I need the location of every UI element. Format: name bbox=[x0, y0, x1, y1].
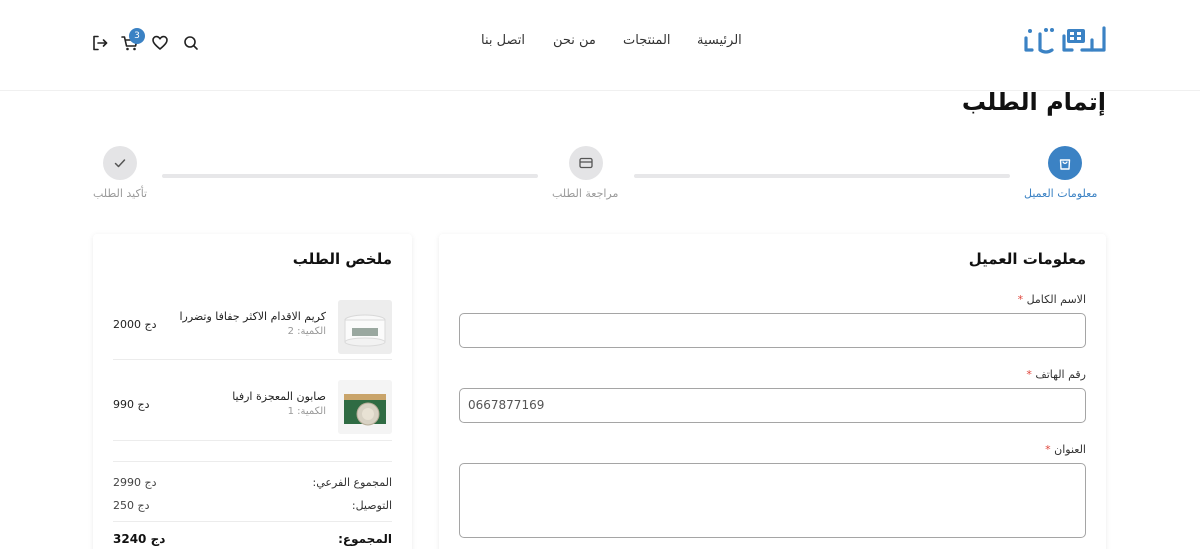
product-image bbox=[338, 380, 392, 434]
product-name: كريم الاقدام الاكثر جفافا وتضررا bbox=[179, 310, 326, 323]
total-label: المجموع: bbox=[338, 532, 392, 546]
cart-count-badge: 3 bbox=[129, 28, 145, 44]
logout-icon[interactable] bbox=[90, 33, 110, 53]
divider bbox=[113, 461, 392, 462]
address-label: العنوان * bbox=[1045, 443, 1086, 456]
product-name: صابون المعجزة ارفيا bbox=[232, 390, 326, 403]
summary-title: ملخص الطلب bbox=[292, 250, 392, 268]
check-icon bbox=[114, 159, 126, 168]
product-image bbox=[338, 300, 392, 354]
list-item: صابون المعجزة ارفيا الكمية: 1 990 دج bbox=[113, 378, 392, 444]
order-summary-card: ملخص الطلب كريم الاقدام الاكثر جفافا وتض… bbox=[93, 234, 412, 549]
divider bbox=[113, 440, 392, 441]
phone-input[interactable]: 0667877169 bbox=[459, 388, 1086, 423]
address-textarea[interactable] bbox=[459, 463, 1086, 538]
heart-icon[interactable] bbox=[150, 33, 170, 53]
credit-card-icon bbox=[579, 157, 593, 169]
shipping-label: التوصيل: bbox=[351, 499, 392, 512]
nav-about[interactable]: من نحن bbox=[553, 33, 596, 53]
step-label: معلومات العميل bbox=[1024, 187, 1098, 200]
step-review-order[interactable] bbox=[569, 146, 603, 180]
stepper-connector bbox=[634, 174, 1010, 178]
form-title: معلومات العميل bbox=[968, 250, 1086, 268]
step-confirm-order[interactable] bbox=[103, 146, 137, 180]
step-label: مراجعة الطلب bbox=[552, 187, 619, 200]
subtotal-label: المجموع الفرعي: bbox=[312, 476, 392, 489]
full-name-input[interactable] bbox=[459, 313, 1086, 348]
name-label: الاسم الكامل * bbox=[1017, 293, 1086, 306]
page-title: إتمام الطلب bbox=[961, 88, 1106, 116]
nav-home[interactable]: الرئيسية bbox=[697, 33, 742, 53]
site-logo[interactable] bbox=[1022, 20, 1108, 60]
customer-info-card: معلومات العميل الاسم الكامل * رقم الهاتف… bbox=[439, 234, 1106, 549]
nav-products[interactable]: المنتجات bbox=[623, 33, 671, 53]
divider bbox=[113, 521, 392, 522]
total-value: 3240 دج bbox=[113, 532, 166, 546]
step-customer-info[interactable] bbox=[1048, 146, 1082, 180]
shipping-value: 250 دج bbox=[113, 499, 150, 512]
search-icon[interactable] bbox=[181, 33, 201, 53]
nav-contact[interactable]: اتصل بنا bbox=[481, 33, 525, 53]
stepper-connector bbox=[162, 174, 538, 178]
subtotal-value: 2990 دج bbox=[113, 476, 157, 489]
shopping-bag-icon bbox=[1059, 159, 1071, 170]
divider bbox=[113, 359, 392, 360]
step-label: تأكيد الطلب bbox=[93, 187, 148, 200]
product-quantity: الكمية: 2 bbox=[287, 326, 326, 337]
product-price: 990 دج bbox=[113, 398, 150, 411]
product-quantity: الكمية: 1 bbox=[287, 406, 326, 417]
list-item: كريم الاقدام الاكثر جفافا وتضررا الكمية:… bbox=[113, 298, 392, 364]
site-header: الرئيسية المنتجات من نحن اتصل بنا 3 bbox=[0, 0, 1200, 91]
phone-label: رقم الهاتف * bbox=[1026, 368, 1086, 381]
product-price: 2000 دج bbox=[113, 318, 157, 331]
